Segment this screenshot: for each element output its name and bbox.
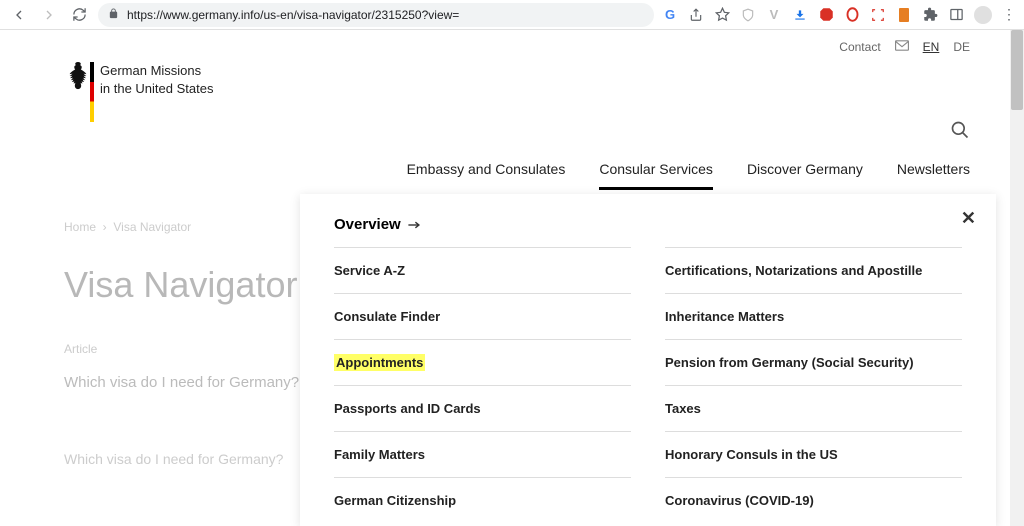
- page-content: Contact EN DE German Missions in the Uni…: [0, 30, 1010, 526]
- lang-de[interactable]: DE: [953, 40, 970, 54]
- logo-line2: in the United States: [100, 80, 213, 98]
- profile-avatar[interactable]: [974, 6, 992, 24]
- main-nav: Embassy and Consulates Consular Services…: [0, 153, 1010, 200]
- dd-appointments[interactable]: Appointments: [334, 339, 631, 385]
- scrollbar-thumb[interactable]: [1011, 30, 1023, 110]
- arrow-right-icon: [407, 220, 421, 230]
- dd-consulate-finder[interactable]: Consulate Finder: [334, 293, 631, 339]
- browser-toolbar: https://www.germany.info/us-en/visa-navi…: [0, 0, 1024, 30]
- dd-coronavirus[interactable]: Coronavirus (COVID-19): [665, 477, 962, 523]
- google-icon[interactable]: G: [662, 7, 678, 23]
- site-logo[interactable]: German Missions in the United States: [0, 54, 1010, 120]
- dd-passports-id[interactable]: Passports and ID Cards: [334, 385, 631, 431]
- forward-button[interactable]: [38, 4, 60, 26]
- nav-consular-services[interactable]: Consular Services: [599, 161, 713, 190]
- dd-service-az[interactable]: Service A-Z: [334, 247, 631, 293]
- close-icon[interactable]: ✕: [961, 208, 976, 229]
- eagle-icon: [64, 60, 92, 92]
- dd-inheritance[interactable]: Inheritance Matters: [665, 293, 962, 339]
- nav-newsletters[interactable]: Newsletters: [897, 161, 970, 190]
- back-button[interactable]: [8, 4, 30, 26]
- extension-icons: G V ⋮: [662, 6, 1016, 24]
- search-icon[interactable]: [950, 120, 970, 145]
- address-bar[interactable]: https://www.germany.info/us-en/visa-navi…: [98, 3, 654, 27]
- url-text: https://www.germany.info/us-en/visa-navi…: [127, 8, 459, 22]
- overview-link[interactable]: Overview: [334, 216, 962, 233]
- dd-german-citizenship[interactable]: German Citizenship: [334, 477, 631, 523]
- share-icon[interactable]: [688, 7, 704, 23]
- menu-icon[interactable]: ⋮: [1002, 6, 1016, 23]
- lang-en[interactable]: EN: [923, 40, 940, 54]
- nav-embassy[interactable]: Embassy and Consulates: [407, 161, 566, 190]
- flag-bar: [90, 62, 94, 122]
- dd-honorary-consuls[interactable]: Honorary Consuls in the US: [665, 431, 962, 477]
- reload-button[interactable]: [68, 4, 90, 26]
- dd-certifications[interactable]: Certifications, Notarizations and Aposti…: [665, 247, 962, 293]
- panel-icon[interactable]: [948, 7, 964, 23]
- contact-link[interactable]: Contact: [839, 40, 880, 54]
- scan-icon[interactable]: [870, 7, 886, 23]
- shield-icon[interactable]: [740, 7, 756, 23]
- logo-line1: German Missions: [100, 62, 213, 80]
- dd-taxes[interactable]: Taxes: [665, 385, 962, 431]
- adblock-icon[interactable]: [818, 7, 834, 23]
- nav-discover-germany[interactable]: Discover Germany: [747, 161, 863, 190]
- mail-icon[interactable]: [895, 40, 909, 54]
- extensions-icon[interactable]: [922, 7, 938, 23]
- logo-text: German Missions in the United States: [100, 62, 213, 97]
- consular-dropdown: ✕ Overview Service A-Z Consulate Finder …: [300, 194, 996, 526]
- dd-pension[interactable]: Pension from Germany (Social Security): [665, 339, 962, 385]
- dd-family-matters[interactable]: Family Matters: [334, 431, 631, 477]
- download-icon[interactable]: [792, 7, 808, 23]
- utility-bar: Contact EN DE: [0, 30, 1010, 54]
- ext-icon-orange[interactable]: [896, 7, 912, 23]
- scrollbar[interactable]: [1010, 30, 1024, 526]
- dropdown-col-right: Certifications, Notarizations and Aposti…: [665, 247, 962, 523]
- lock-icon: [108, 8, 119, 22]
- opera-icon[interactable]: [844, 7, 860, 23]
- v-icon[interactable]: V: [766, 7, 782, 23]
- dropdown-col-left: Service A-Z Consulate Finder Appointment…: [334, 247, 631, 523]
- star-icon[interactable]: [714, 7, 730, 23]
